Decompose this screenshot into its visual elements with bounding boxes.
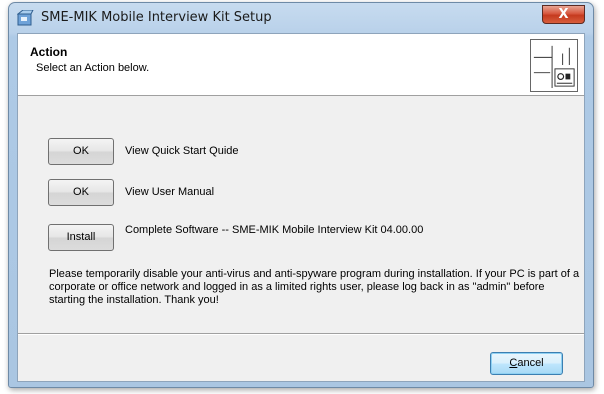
cancel-label-rest: ancel: [517, 357, 544, 369]
window-title: SME-MIK Mobile Interview Kit Setup: [41, 10, 272, 25]
dialog-client-area: Action Select an Action below. OK View Q…: [17, 33, 585, 382]
close-button[interactable]: X: [542, 5, 585, 24]
quick-start-guide-label: View Quick Start Quide: [125, 145, 239, 157]
view-quick-start-ok-button[interactable]: OK: [48, 138, 114, 165]
view-user-manual-ok-button[interactable]: OK: [48, 179, 114, 206]
header-subtitle: Select an Action below.: [36, 62, 150, 74]
install-button[interactable]: Install: [48, 224, 114, 251]
dialog-header: Action Select an Action below.: [18, 34, 584, 96]
setup-box-icon: [17, 10, 34, 26]
setup-window: SME-MIK Mobile Interview Kit Setup X Act…: [8, 2, 594, 388]
user-manual-label: View User Manual: [125, 186, 215, 198]
install-software-label: Complete Software -- SME-MIK Mobile Inte…: [125, 224, 424, 236]
antivirus-notice-text: Please temporarily disable your anti-vir…: [49, 268, 580, 306]
footer-divider: [18, 333, 584, 335]
installer-logo-icon: [530, 39, 578, 92]
cancel-button[interactable]: Cancel: [490, 352, 563, 375]
header-title: Action: [30, 45, 68, 59]
title-bar[interactable]: SME-MIK Mobile Interview Kit Setup X: [9, 3, 593, 33]
